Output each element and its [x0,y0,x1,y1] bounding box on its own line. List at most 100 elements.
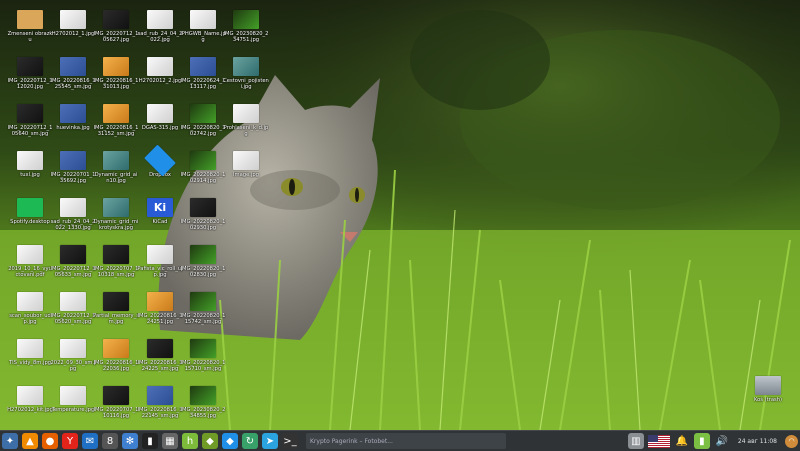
desktop-icon-sad_rub_b[interactable]: sad_rub_24_04_2022_1330.jpg [50,194,96,240]
taskbar-launcher-calculator[interactable]: ▦ [162,433,178,449]
desktop-icon-Image[interactable]: Image.jpg [223,147,269,193]
desktop-icon-Kos[interactable]: Koš (trash) [745,372,791,418]
desktop-icon-IMG_o[interactable]: IMG_20220816_124251.jpg [137,288,183,334]
taskbar-window-title: Krypto Pagerink – Fotobet... [310,437,393,445]
taskbar-window-button[interactable]: Krypto Pagerink – Fotobet... [306,433,506,449]
desktop-icon-IMG_e[interactable]: IMG_20220712_105640_sm.jpg [7,100,53,146]
clock[interactable]: 24 авг 11:08 [738,438,777,445]
taskbar-launcher-yandex[interactable]: Y [62,433,78,449]
desktop-icon-doc_b[interactable]: scan_soubor_udp.jpg [7,288,53,334]
desktop-icon-IMG_j[interactable]: IMG_20220820_102930.jpg [180,194,226,240]
desktop-icon-Cestovni[interactable]: Cestovni_pojisteni.jpg [223,53,269,99]
desktop-icon-label: KiCad [152,219,168,225]
image-icon [147,245,173,264]
image-icon [103,292,129,311]
desktop-icon-label: huevinka.jpg [56,125,90,131]
taskbar-launcher-h-app[interactable]: h [182,433,198,449]
desktop-icon-IMG_p[interactable]: IMG_20220820_115742_sm.jpg [180,288,226,334]
image-icon [103,10,129,29]
desktop-icon-Temperature[interactable]: Temperature.jpg [50,382,96,428]
desktop-icon-doc_c[interactable]: TIS_vidy_8m.jpg [7,335,53,381]
tray-battery[interactable]: ▮ [693,433,710,449]
tray-panel[interactable]: ▥ [627,433,644,449]
desktop-icon-label: IMG_20230820_234855.jpg [180,407,226,419]
desktop-icon-label: IMG_20220707_110318_sm.jpg [93,266,139,278]
desktop-icon-Pafista[interactable]: Pafista_vic_roll_ujp.jpg [137,241,183,287]
desktop-icon-IMG_l[interactable]: IMG_20220707_110318_sm.jpg [93,241,139,287]
desktop-icon-IMG_r[interactable]: IMG_20220816_124225_sm.jpg [137,335,183,381]
desktop-icon-label: IMG_20220820_115710_sm.jpg [180,360,226,372]
user-avatar-icon[interactable]: ◠ [785,434,798,448]
tray-notifications[interactable]: 🔔 [674,433,690,449]
taskbar-launcher-compass[interactable]: ✻ [122,433,138,449]
desktop-icon-Dynamic_grid_a[interactable]: Dynamic_grid_ain10.jpg [93,147,139,193]
desktop-icon-H2702012_kit[interactable]: H2702012_kit.jpg [7,382,53,428]
tray-volume[interactable]: 🔊 [714,433,730,449]
taskbar-launcher-terminal[interactable]: ▮ [142,433,158,449]
desktop-icon-IMG_20220712_105627[interactable]: IMG_20220712_105627.jpg [93,6,139,52]
desktop-icon-IMG_q[interactable]: IMG_20220816_122036.jpg [93,335,139,381]
desktop-icon-label: IMG_20220712_105633_sm.jpg [50,266,96,278]
tray-keyboard-layout[interactable] [647,434,670,448]
desktop-icon-Dropbox[interactable]: Dropbox [137,144,183,193]
desktop-icon-folder[interactable]: Zmenseni obrazku [7,6,53,52]
taskbar-launcher-refresh[interactable]: ↻ [242,433,258,449]
desktop-icon-label: tuxl.jpg [20,172,40,178]
desktop-icon-KiCad[interactable]: Ki KiCad [137,194,183,240]
desktop-icon-doc_a[interactable]: 2019_10_16_vyuctovani.pdf [7,241,53,287]
desktop-icon-label: IMG_20220816_124225_sm.jpg [137,360,183,372]
desktop-icon-label: Spotify.desktop [10,219,50,225]
desktop-icon-IMG_20230820_234751[interactable]: IMG_20230820_234751.jpg [223,6,269,52]
desktop-icon-H2702012_1[interactable]: H2702012_1.jpg [50,6,96,52]
desktop-icon-huevinka[interactable]: huevinka.jpg [50,100,96,146]
taskbar-launcher-terminal-2[interactable]: >_ [282,433,298,449]
desktop-icon-IMG_u[interactable]: IMG_20220816_122145_sm.jpg [137,382,183,428]
taskbar-launcher-dropbox[interactable]: ◆ [222,433,238,449]
desktop-icon-IMG_d[interactable]: IMG_20220624_113117.jpg [180,53,226,99]
desktop-icon-tuxl[interactable]: tuxl.jpg [7,147,53,193]
desktop-icon-IMG_m[interactable]: IMG_20220820_102830.jpg [180,241,226,287]
desktop-icon-Spotify[interactable]: Spotify.desktop [7,194,53,240]
taskbar-launcher-firefox[interactable]: ● [42,433,58,449]
desktop-icon-IMG_f[interactable]: IMG_20220816_131152_sm.jpg [93,100,139,146]
desktop-icon-label: IMG_20220707_110116.jpg [93,407,139,419]
image-icon [17,57,43,76]
terminal-icon: ▮ [147,435,153,447]
desktop-icon-DGAS-315[interactable]: DGAS-315.jpg [137,100,183,146]
image-icon [17,104,43,123]
folder-icon [17,10,43,29]
desktop-icon-IMG_n[interactable]: IMG_20220712_105620_sm.jpg [50,288,96,334]
desktop-icon-IMG_i[interactable]: IMG_20220820_102914.jpg [180,147,226,193]
desktop-icon-IMG_b[interactable]: IMG_20220816_125545_sm.jpg [50,53,96,99]
desktop-icon-IMG_s[interactable]: IMG_20220820_115710_sm.jpg [180,335,226,381]
image-icon [147,104,173,123]
taskbar-launcher-green-app[interactable]: ◆ [202,433,218,449]
image-icon [103,386,129,405]
taskbar-launcher-vlc[interactable]: ▲ [22,433,38,449]
desktop-icon-IMG_t[interactable]: IMG_20220707_110116.jpg [93,382,139,428]
desktop-icon-IMG_a[interactable]: IMG_20220712_112020.jpg [7,53,53,99]
taskbar-launcher-app-8[interactable]: 8 [102,433,118,449]
desktop-icon-label: Prohlaseni_k_d.jpg [223,125,269,137]
image-icon [190,245,216,264]
volume-icon: 🔊 [715,435,729,447]
desktop-icon-label: IMG_20220816_131013.jpg [93,78,139,90]
desktop-icon-Prohlaseni[interactable]: Prohlaseni_k_d.jpg [223,100,269,146]
desktop-icon-Partial_memory[interactable]: Partial_memory_sm.jpg [93,288,139,334]
taskbar-launcher-thunderbird[interactable]: ✉ [82,433,98,449]
desktop-icon-IPHGWB_Name[interactable]: IPHGWB_Name.jpg [180,6,226,52]
image-icon [103,339,129,358]
desktop-icon-doc_d[interactable]: 2022_09_30_sm.jpg [50,335,96,381]
desktop-icon-sad_rub_24_04[interactable]: sad_rub_24_04_2022.jpg [137,6,183,52]
desktop-icon-IMG_h[interactable]: IMG_20220701_135692.jpg [50,147,96,193]
taskbar-launcher-start-menu[interactable]: ✦ [2,433,18,449]
desktop-icon-IMG_c[interactable]: IMG_20220816_131013.jpg [93,53,139,99]
desktop-icon-IMG_v[interactable]: IMG_20230820_234855.jpg [180,382,226,428]
image-icon [103,151,129,170]
image-icon [233,57,259,76]
desktop-icon-H2702012_2[interactable]: H2702012_2.jpg [137,53,183,99]
desktop-icon-Dynamic_grid_b[interactable]: Dynamic_grid_mikrotyskra.jpg [93,194,139,240]
desktop-icon-IMG_k[interactable]: IMG_20220712_105633_sm.jpg [50,241,96,287]
desktop-icon-IMG_g[interactable]: IMG_20220820_102742.jpg [180,100,226,146]
taskbar-launcher-telegram[interactable]: ➤ [262,433,278,449]
